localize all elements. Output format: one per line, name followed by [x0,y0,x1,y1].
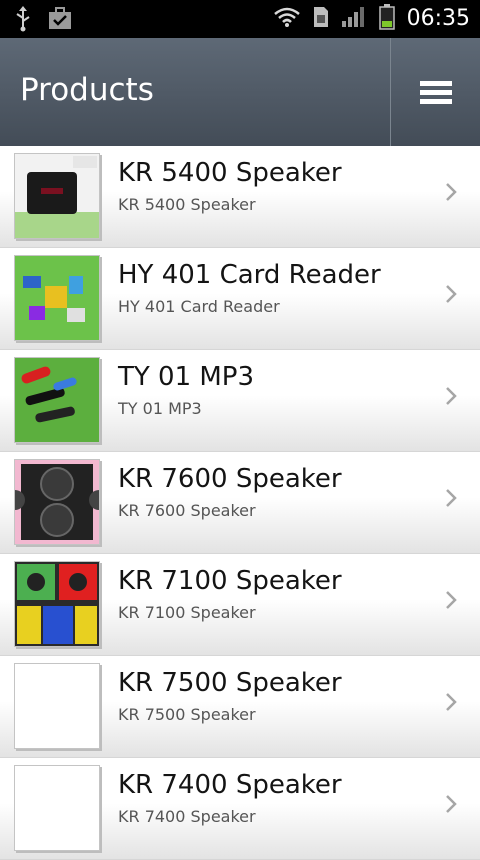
product-list: KR 5400 Speaker KR 5400 Speaker HY 401 C… [0,146,480,860]
list-item[interactable]: KR 5400 Speaker KR 5400 Speaker [0,146,480,248]
product-subtitle: HY 401 Card Reader [118,297,280,316]
chevron-right-icon [446,489,457,507]
product-name: KR 7100 Speaker [118,566,342,596]
product-name: HY 401 Card Reader [118,260,381,290]
chevron-right-icon [446,693,457,711]
wifi-icon [273,6,301,32]
product-thumbnail [14,459,100,545]
product-subtitle: KR 7500 Speaker [118,705,256,724]
product-thumbnail [14,765,100,851]
product-subtitle: TY 01 MP3 [118,399,202,418]
product-subtitle: KR 5400 Speaker [118,195,256,214]
product-thumbnail [14,153,100,239]
product-subtitle: KR 7400 Speaker [118,807,256,826]
product-name: TY 01 MP3 [118,362,255,392]
list-item[interactable]: KR 7100 Speaker KR 7100 Speaker [0,554,480,656]
product-name: KR 7400 Speaker [118,770,342,800]
briefcase-icon [48,6,72,36]
menu-icon [419,77,452,108]
chevron-right-icon [446,285,457,303]
product-subtitle: KR 7600 Speaker [118,501,256,520]
list-item[interactable]: KR 7400 Speaker KR 7400 Speaker [0,758,480,860]
chevron-right-icon [446,183,457,201]
product-name: KR 5400 Speaker [118,158,342,188]
product-name: KR 7500 Speaker [118,668,342,698]
status-bar: 06:35 [0,0,480,38]
battery-icon [378,4,395,34]
product-name: KR 7600 Speaker [118,464,342,494]
list-item[interactable]: KR 7600 Speaker KR 7600 Speaker [0,452,480,554]
product-thumbnail [14,561,100,647]
action-bar: Products [0,38,480,146]
list-item[interactable]: KR 7500 Speaker KR 7500 Speaker [0,656,480,758]
product-thumbnail [14,255,100,341]
signal-icon [341,6,367,32]
chevron-right-icon [446,387,457,405]
product-thumbnail [14,357,100,443]
chevron-right-icon [446,591,457,609]
clock: 06:35 [406,6,470,31]
page-title: Products [20,72,154,108]
usb-icon [14,6,32,36]
menu-button[interactable] [391,38,480,146]
product-thumbnail [14,663,100,749]
product-subtitle: KR 7100 Speaker [118,603,256,622]
list-item[interactable]: TY 01 MP3 TY 01 MP3 [0,350,480,452]
sim-card-icon [313,6,329,32]
chevron-right-icon [446,795,457,813]
list-item[interactable]: HY 401 Card Reader HY 401 Card Reader [0,248,480,350]
